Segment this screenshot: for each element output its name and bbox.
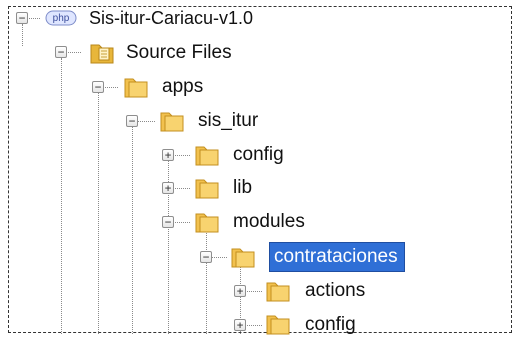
collapse-toggle[interactable]: − bbox=[200, 251, 212, 263]
expand-toggle[interactable]: + bbox=[234, 319, 246, 331]
modules-label[interactable]: modules bbox=[233, 212, 305, 231]
collapse-toggle[interactable]: − bbox=[16, 12, 28, 24]
folder-icon bbox=[195, 146, 219, 166]
project-name[interactable]: Sis-itur-Cariacu-v1.0 bbox=[89, 9, 253, 27]
folder-icon bbox=[124, 78, 148, 98]
collapse-toggle[interactable]: − bbox=[92, 81, 104, 93]
tree-line bbox=[206, 230, 207, 334]
expand-toggle[interactable]: + bbox=[234, 285, 246, 297]
collapse-toggle[interactable]: − bbox=[55, 46, 67, 58]
tree-line bbox=[132, 127, 133, 334]
source-folder-icon bbox=[90, 44, 114, 64]
expand-toggle[interactable]: + bbox=[162, 182, 174, 194]
folder-icon bbox=[266, 282, 290, 302]
sis-itur-label[interactable]: sis_itur bbox=[198, 111, 258, 130]
folder-icon bbox=[160, 112, 184, 132]
collapse-toggle[interactable]: − bbox=[126, 115, 138, 127]
source-files-label[interactable]: Source Files bbox=[126, 43, 232, 62]
folder-icon bbox=[195, 213, 219, 233]
folder-icon bbox=[231, 248, 255, 268]
tree-line bbox=[61, 58, 62, 334]
folder-icon bbox=[195, 179, 219, 199]
actions-label[interactable]: actions bbox=[305, 281, 365, 300]
tree-line bbox=[98, 92, 99, 334]
config-label[interactable]: config bbox=[233, 145, 284, 164]
svg-text:php: php bbox=[53, 13, 70, 24]
tree-line bbox=[22, 24, 23, 46]
config-label[interactable]: config bbox=[305, 315, 356, 334]
collapse-toggle[interactable]: − bbox=[162, 216, 174, 228]
folder-icon bbox=[266, 315, 290, 335]
project-tree: − php Sis-itur-Cariacu-v1.0 − Source Fil… bbox=[0, 0, 519, 337]
contrataciones-label[interactable]: contrataciones bbox=[269, 242, 405, 272]
expand-toggle[interactable]: + bbox=[162, 149, 174, 161]
php-project-icon: php bbox=[45, 10, 77, 26]
lib-label[interactable]: lib bbox=[233, 178, 252, 197]
apps-label[interactable]: apps bbox=[162, 77, 203, 96]
